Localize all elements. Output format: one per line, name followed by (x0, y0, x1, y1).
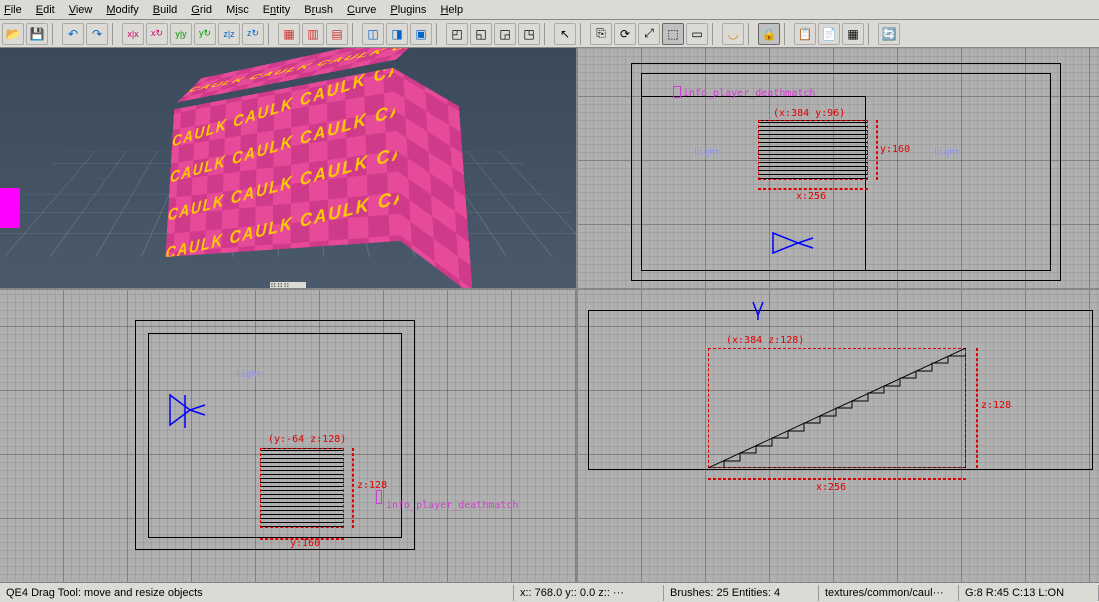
selected-brush-yz (260, 448, 344, 528)
coord-label: (x:384 y:96) (773, 108, 845, 119)
hollow-button[interactable]: ▣ (410, 23, 432, 45)
viewports: CAULK CAULK CAULK CAULK CAULK CAULK CAUL… (0, 48, 1099, 582)
csg-subtract-button[interactable]: ◫ (362, 23, 384, 45)
rotz-button[interactable]: z↻ (242, 23, 264, 45)
viewport-xy[interactable]: info_player_deathmatch (x:384 y:96) x:25… (578, 48, 1099, 288)
select-inside-button[interactable]: ▤ (326, 23, 348, 45)
coord-label: (x:384 z:128) (726, 335, 804, 346)
menu-modify[interactable]: Modify (106, 4, 138, 16)
refresh-button[interactable]: 🔄 (878, 23, 900, 45)
selected-brush-xy (758, 120, 868, 180)
menu-misc[interactable]: Misc (226, 4, 249, 16)
dim-y: y:160 (880, 144, 910, 155)
toolbar: 📂 💾 ↶ ↷ x|x x↻ y|y y↻ z|z z↻ ▦ ▥ ▤ ◫ ◨ ▣… (0, 20, 1099, 48)
scale-button[interactable]: ⤢ (638, 23, 660, 45)
rotate-button[interactable]: ⟳ (614, 23, 636, 45)
change-views-button[interactable]: ↖ (554, 23, 576, 45)
entity-list-button[interactable]: 📋 (794, 23, 816, 45)
statusbar: QE4 Drag Tool: move and resize objects x… (0, 582, 1099, 602)
rotx-button[interactable]: x↻ (146, 23, 168, 45)
status-texture: textures/common/caul··· (819, 585, 959, 601)
menu-grid[interactable]: Grid (191, 4, 212, 16)
menu-edit[interactable]: Edit (36, 4, 55, 16)
flipy-button[interactable]: y|y (170, 23, 192, 45)
redo-button[interactable]: ↷ (86, 23, 108, 45)
dim-x: x:256 (816, 482, 846, 493)
status-coords: x:: 768.0 y:: 0.0 z:: ··· (514, 585, 664, 601)
entity-label: info_player_deathmatch (683, 88, 815, 99)
menu-help[interactable]: Help (440, 4, 463, 16)
clip-button[interactable]: ⎘ (590, 23, 612, 45)
menu-entity[interactable]: Entity (263, 4, 291, 16)
menu-file[interactable]: FFileile (4, 4, 22, 16)
selected-brush: CAULK CAULK CAULK CAULK CAULK CAULK CAUL… (164, 56, 471, 285)
stairs (708, 348, 966, 468)
dim-z: z:128 (357, 480, 387, 491)
viewport-yz[interactable]: light (y:-64 z:128) z:128 y:160 info_pla… (0, 290, 576, 582)
menu-brush[interactable]: Brush (304, 4, 333, 16)
viewport-xz[interactable]: (x:384 z:128) z:128 x:256 (578, 290, 1099, 582)
roty-button[interactable]: y↻ (194, 23, 216, 45)
entity-box (0, 188, 20, 228)
select-brush-button[interactable]: ⬚ (662, 23, 684, 45)
select-complete-button[interactable]: ▦ (278, 23, 300, 45)
status-counts: Brushes: 25 Entities: 4 (664, 585, 819, 601)
dim-x: x:256 (796, 191, 826, 202)
status-tool: QE4 Drag Tool: move and resize objects (0, 585, 514, 601)
patch-button[interactable]: ▦ (842, 23, 864, 45)
camera-icon (748, 300, 768, 320)
region-off-button[interactable]: ◱ (470, 23, 492, 45)
coord-label: (y:-64 z:128) (268, 434, 346, 445)
surface-button[interactable]: 📄 (818, 23, 840, 45)
dim-z: z:128 (981, 400, 1011, 411)
region-brush-button[interactable]: ◳ (518, 23, 540, 45)
viewport-3d[interactable]: CAULK CAULK CAULK CAULK CAULK CAULK CAUL… (0, 48, 576, 288)
select-touching-button[interactable]: ▥ (302, 23, 324, 45)
clipper-button[interactable]: ◰ (446, 23, 468, 45)
menu-curve[interactable]: Curve (347, 4, 376, 16)
save-button[interactable]: 💾 (26, 23, 48, 45)
status-grid: G:8 R:45 C:13 L:ON (959, 585, 1099, 601)
menu-view[interactable]: View (69, 4, 93, 16)
flipz-button[interactable]: z|z (218, 23, 240, 45)
menu-plugins[interactable]: Plugins (390, 4, 426, 16)
texture-lock-button[interactable]: 🔒 (758, 23, 780, 45)
camera-icon (768, 228, 818, 258)
csg-merge-button[interactable]: ◨ (386, 23, 408, 45)
select-faces-button[interactable]: ▭ (686, 23, 708, 45)
open-button[interactable]: 📂 (2, 23, 24, 45)
undo-button[interactable]: ↶ (62, 23, 84, 45)
flipx-button[interactable]: x|x (122, 23, 144, 45)
menu-build[interactable]: Build (153, 4, 177, 16)
dim-y: y:160 (290, 538, 320, 549)
cap-button[interactable]: ◡ (722, 23, 744, 45)
entity-label: info_player_deathmatch (386, 500, 518, 511)
camera-icon (160, 390, 210, 430)
menubar: FFileile Edit View Modify Build Grid Mis… (0, 0, 1099, 20)
region-xy-button[interactable]: ◲ (494, 23, 516, 45)
